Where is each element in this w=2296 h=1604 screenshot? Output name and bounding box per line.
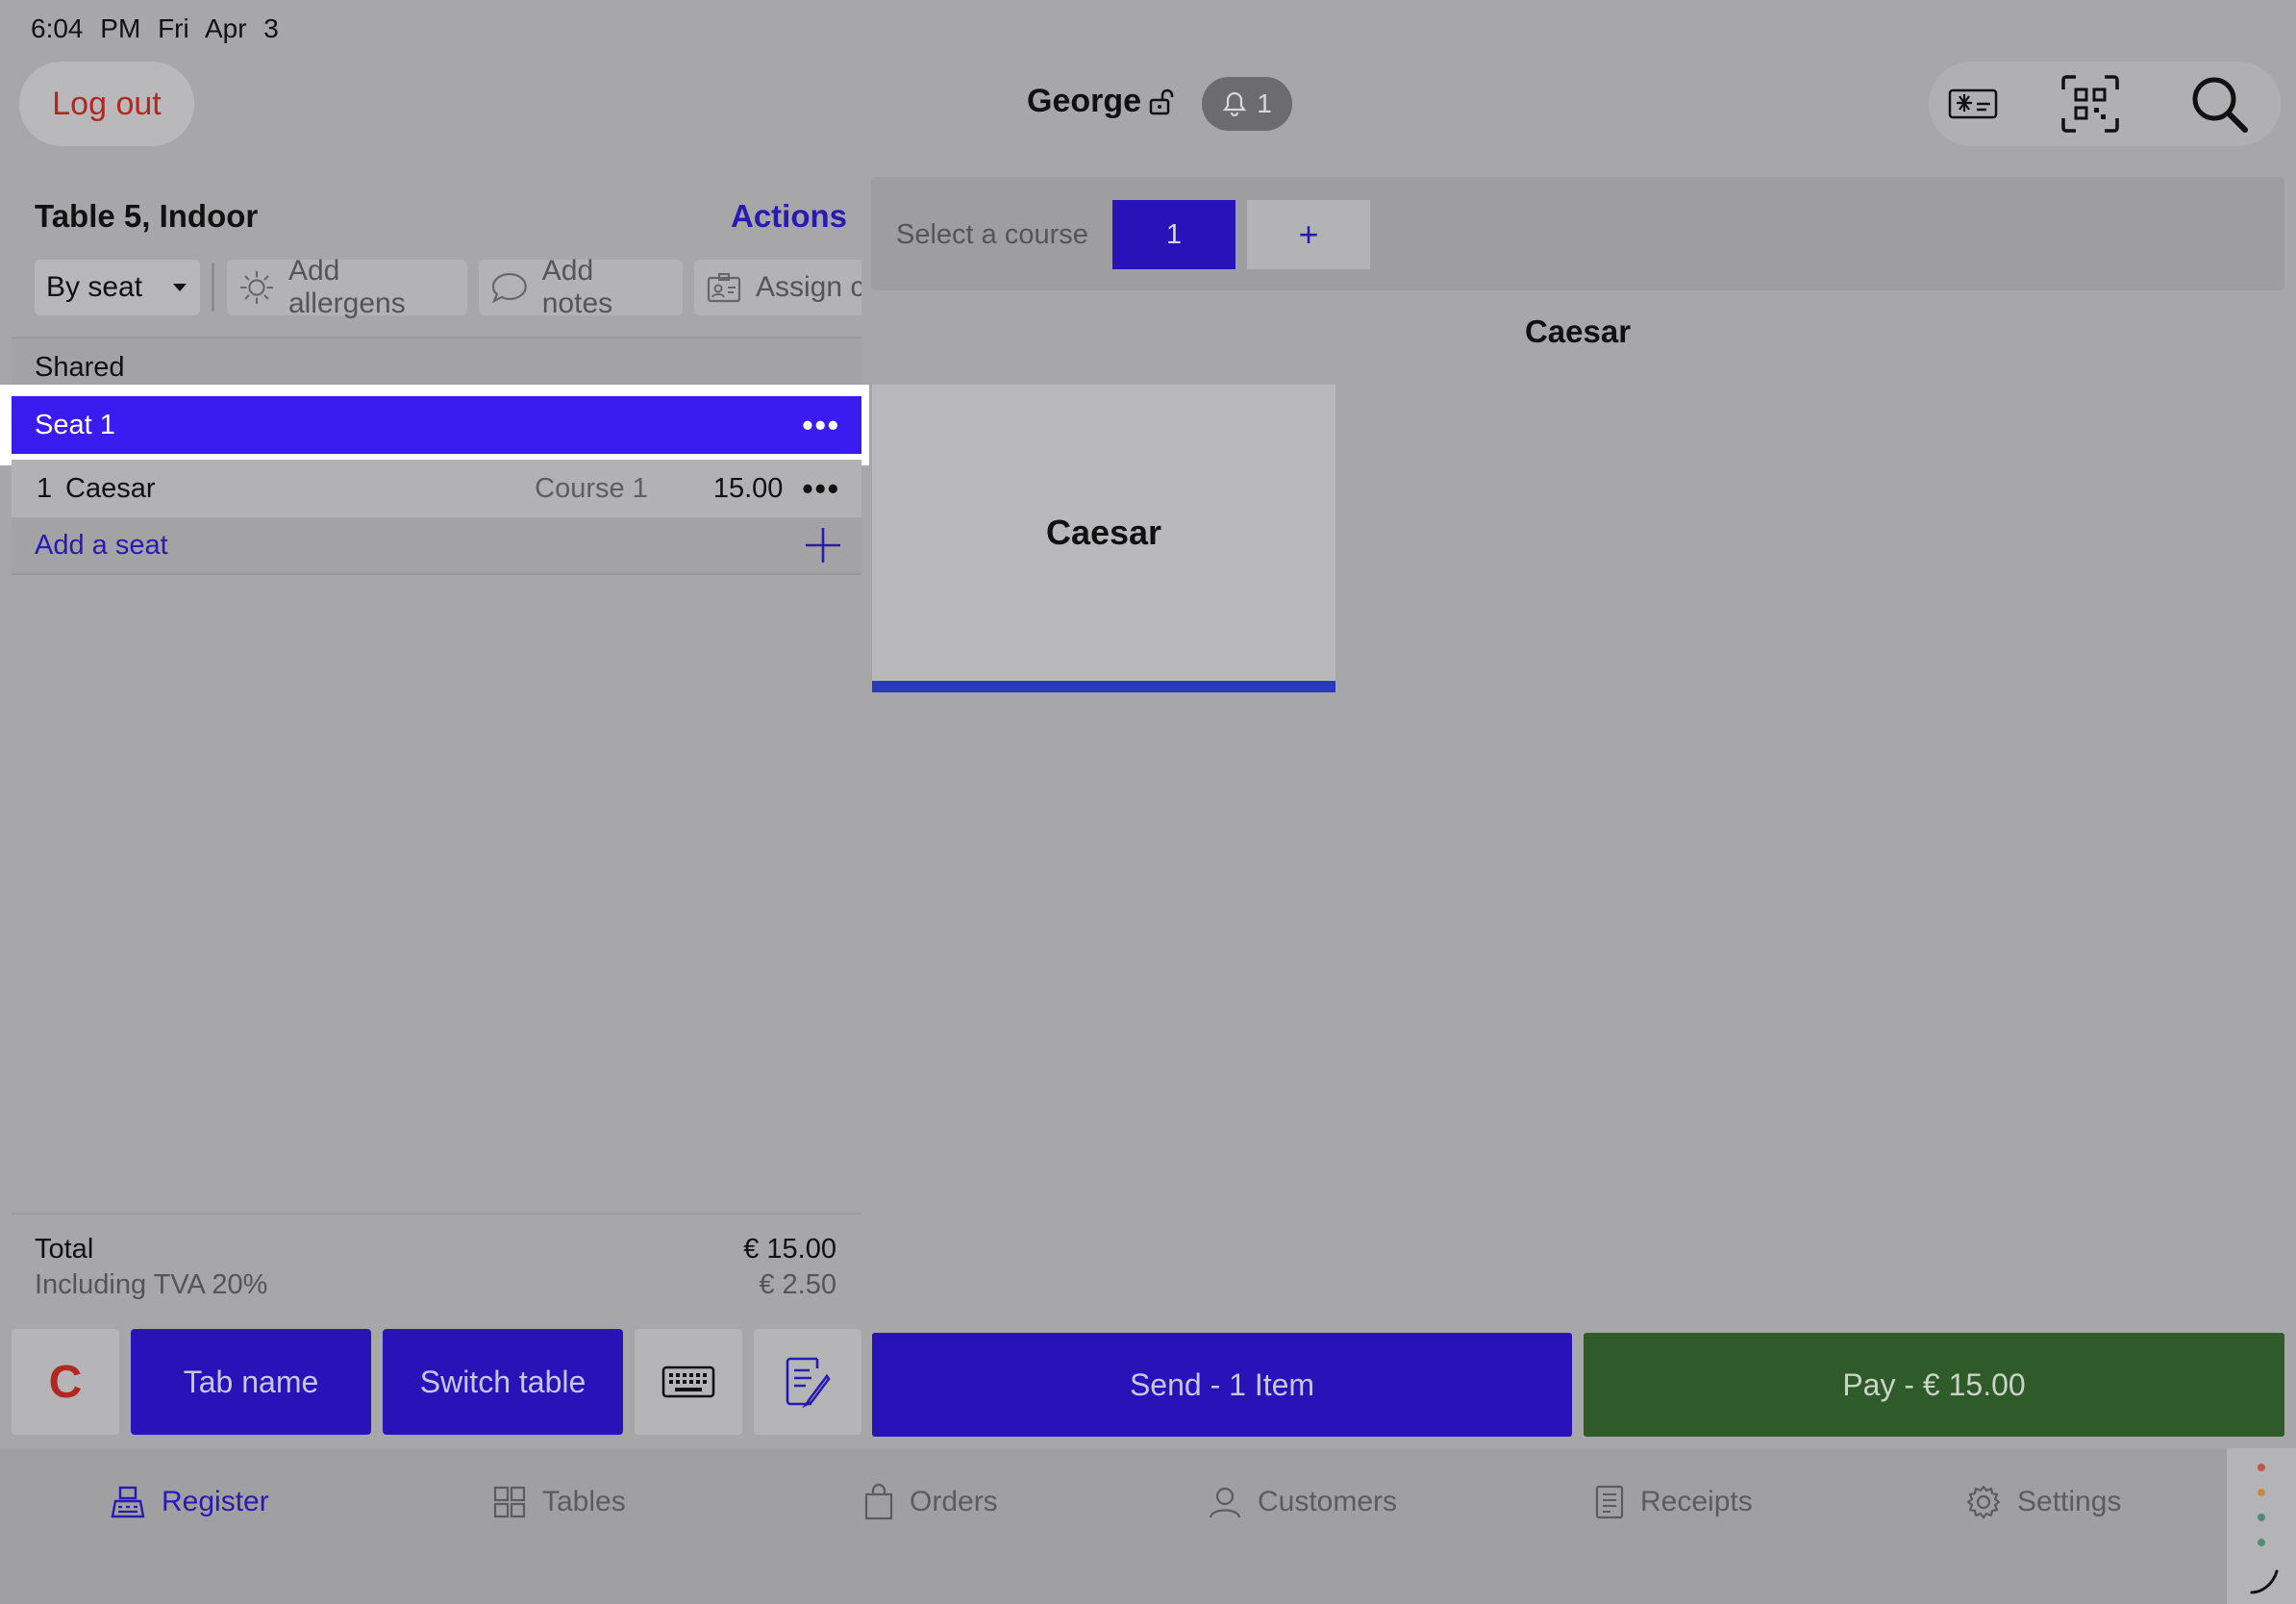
- tab-tables-label: Tables: [542, 1486, 626, 1517]
- table-title: Table 5, Indoor: [35, 198, 259, 234]
- status-date: Fri Apr 3: [158, 13, 279, 43]
- unlock-icon[interactable]: [1146, 87, 1177, 117]
- menu-item-tile[interactable]: Caesar: [872, 385, 1335, 692]
- totals-divider: [12, 1213, 861, 1215]
- add-allergens-button[interactable]: Add allergens: [227, 255, 467, 319]
- add-seat-button[interactable]: Add a seat: [12, 517, 861, 575]
- assign-customer-label: Assign c: [756, 271, 861, 303]
- qr-scan-icon: [2061, 75, 2119, 133]
- plus-icon: [806, 528, 840, 563]
- pay-button[interactable]: Pay - € 15.00: [1584, 1333, 2284, 1437]
- item-price: 15.00: [712, 472, 784, 504]
- edit-notes-button[interactable]: [754, 1329, 861, 1435]
- tables-icon: [493, 1486, 526, 1518]
- toolbar-divider: [212, 263, 214, 312]
- more-icon[interactable]: •••: [802, 471, 840, 507]
- status-dot-orange: [2258, 1489, 2265, 1496]
- category-title: Caesar: [1524, 313, 1632, 349]
- keyboard-icon: [661, 1366, 715, 1398]
- add-seat-label: Add a seat: [35, 529, 168, 561]
- edit-document-icon: [786, 1357, 831, 1409]
- more-icon[interactable]: •••: [802, 408, 840, 443]
- allergen-icon: [239, 270, 274, 305]
- notification-count: 1: [1257, 88, 1272, 118]
- seat-label: Seat 1: [35, 409, 115, 440]
- tva-label: Including TVA 20%: [35, 1269, 268, 1300]
- qr-scan-button[interactable]: [2056, 69, 2125, 138]
- keyboard-button[interactable]: [635, 1329, 742, 1435]
- add-notes-button[interactable]: Add notes: [479, 255, 683, 319]
- tab-bar: [0, 1448, 2227, 1604]
- add-allergens-label: Add allergens: [287, 255, 406, 319]
- tab-register[interactable]: Register: [110, 1481, 269, 1523]
- gear-icon: [1966, 1485, 2001, 1519]
- order-toolbar: By seat Add allergens Add notes Assign c: [0, 252, 861, 325]
- add-notes-label: Add notes: [541, 255, 613, 319]
- shopping-bag-icon: [864, 1483, 893, 1520]
- side-handle[interactable]: [2227, 1448, 2296, 1604]
- tva-value: € 2.50: [759, 1269, 836, 1300]
- person-icon: [1209, 1487, 1241, 1518]
- add-course-button[interactable]: +: [1247, 200, 1370, 269]
- id-card-icon: [707, 273, 741, 303]
- chevron-down-icon: [173, 284, 187, 291]
- tab-settings-label: Settings: [2017, 1486, 2122, 1517]
- status-dot-green: [2258, 1539, 2265, 1546]
- receipt-icon: [1595, 1485, 1624, 1519]
- bell-icon: [1223, 91, 1247, 117]
- assign-customer-button[interactable]: Assign c: [694, 260, 861, 315]
- total-value: € 15.00: [743, 1234, 836, 1265]
- clear-button[interactable]: C: [12, 1329, 119, 1435]
- card-icon: [1948, 88, 1998, 119]
- view-mode-label: By seat: [46, 271, 143, 303]
- order-item-row[interactable]: 1 Caesar Course 1 15.00 •••: [12, 460, 861, 517]
- seat-row-selected[interactable]: Seat 1 •••: [12, 396, 861, 454]
- status-dot-red: [2258, 1464, 2265, 1471]
- total-label: Total: [35, 1234, 94, 1265]
- item-name: Caesar: [65, 472, 156, 504]
- logout-button[interactable]: Log out: [19, 62, 194, 146]
- search-button[interactable]: [2184, 69, 2254, 138]
- status-dot-teal: [2258, 1514, 2265, 1521]
- course-1-button[interactable]: 1: [1112, 200, 1235, 269]
- speech-bubble-icon: [491, 272, 527, 304]
- tab-tables[interactable]: Tables: [492, 1481, 626, 1523]
- card-button[interactable]: [1938, 69, 2008, 138]
- tab-settings[interactable]: Settings: [1965, 1481, 2121, 1523]
- item-quantity: 1: [37, 472, 53, 504]
- tab-receipts[interactable]: Receipts: [1594, 1481, 1753, 1523]
- status-bar: 6:04 PM Fri Apr 3: [31, 13, 279, 44]
- status-time: 6:04 PM: [31, 13, 141, 43]
- tab-orders[interactable]: Orders: [863, 1481, 998, 1523]
- switch-table-button[interactable]: Switch table: [383, 1329, 623, 1435]
- notifications-button[interactable]: 1: [1202, 77, 1292, 131]
- resize-handle-icon[interactable]: [2248, 1564, 2281, 1596]
- tab-customers[interactable]: Customers: [1208, 1481, 1397, 1523]
- user-name[interactable]: George: [1027, 83, 1141, 120]
- tab-receipts-label: Receipts: [1640, 1486, 1753, 1517]
- tab-customers-label: Customers: [1258, 1486, 1398, 1517]
- course-label: Select a course: [896, 219, 1088, 250]
- item-course: Course 1: [535, 472, 648, 504]
- view-mode-select[interactable]: By seat: [35, 260, 200, 315]
- send-button[interactable]: Send - 1 Item: [872, 1333, 1572, 1437]
- tab-name-button[interactable]: Tab name: [131, 1329, 371, 1435]
- search-icon: [2192, 77, 2248, 133]
- shared-label: Shared: [35, 352, 125, 383]
- tab-orders-label: Orders: [910, 1486, 998, 1517]
- register-icon: [111, 1486, 145, 1518]
- tab-register-label: Register: [162, 1486, 269, 1517]
- actions-button[interactable]: Actions: [731, 198, 847, 235]
